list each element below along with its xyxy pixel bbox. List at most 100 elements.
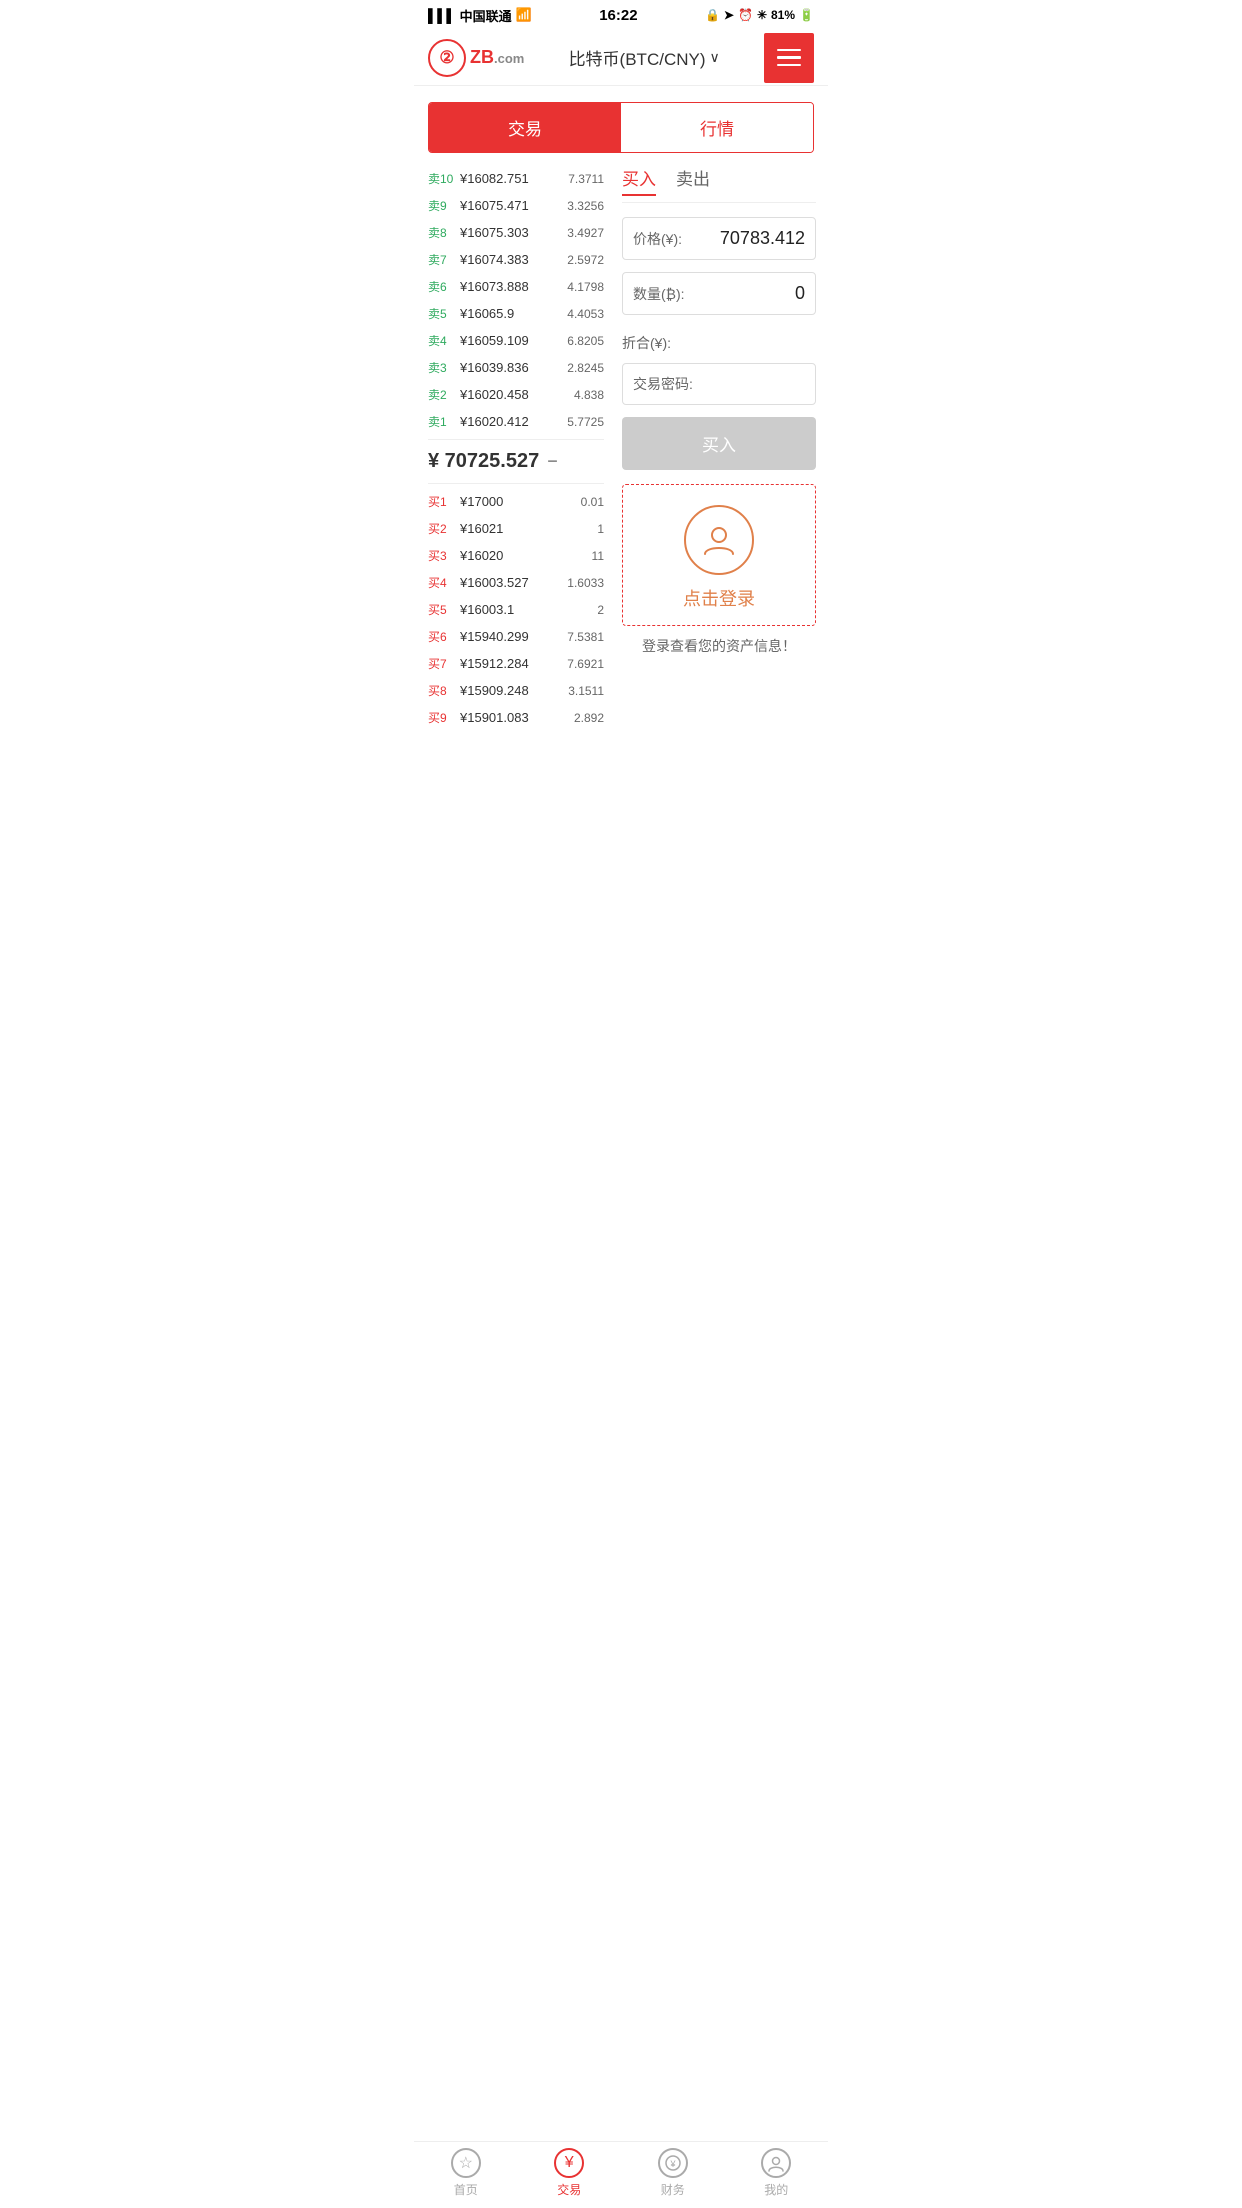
sell-label-2: 卖2: [428, 386, 456, 403]
buy-price-6: ¥15940.299: [456, 629, 567, 644]
buy-amount-5: 2: [597, 603, 604, 617]
sell-order-row-1: 卖1 ¥16020.412 5.7725: [428, 408, 604, 435]
header-title[interactable]: 比特币(BTC/CNY) ∨: [569, 45, 720, 70]
quantity-input-group[interactable]: 数量(₿): 0: [622, 272, 816, 315]
carrier: 中国联通: [460, 6, 512, 25]
order-book: 卖10 ¥16082.751 7.3711 卖9 ¥16075.471 3.32…: [414, 165, 614, 731]
buy-order-row-5: 买5 ¥16003.1 2: [428, 596, 604, 623]
sell-price-8: ¥16075.303: [456, 225, 567, 240]
buy-order-row-3: 买3 ¥16020 11: [428, 542, 604, 569]
buy-price-7: ¥15912.284: [456, 656, 567, 671]
lock-icon: 🔒: [705, 8, 720, 22]
fold-label: 折合(¥):: [622, 327, 816, 363]
sell-price-3: ¥16039.836: [456, 360, 567, 375]
signal-icon: ▌▌▌: [428, 8, 456, 23]
sell-amount-6: 4.1798: [567, 280, 604, 294]
password-input-group[interactable]: 交易密码:: [622, 363, 816, 405]
password-label: 交易密码:: [633, 376, 693, 392]
nav-item-mine[interactable]: 我的: [725, 2148, 829, 2198]
tab-sell[interactable]: 卖出: [676, 165, 710, 196]
nav-label-home: 首页: [454, 2181, 478, 2198]
sell-price-9: ¥16075.471: [456, 198, 567, 213]
buy-price-5: ¥16003.1: [456, 602, 597, 617]
tab-market[interactable]: 行情: [621, 103, 813, 152]
buy-label-9: 买9: [428, 709, 456, 726]
buy-orders: 买1 ¥17000 0.01 买2 ¥16021 1 买3 ¥16020 11 …: [428, 488, 604, 731]
status-left: ▌▌▌ 中国联通 📶: [428, 6, 532, 25]
buy-label-3: 买3: [428, 547, 456, 564]
svg-text:¥: ¥: [669, 2159, 676, 2169]
buy-order-row-7: 买7 ¥15912.284 7.6921: [428, 650, 604, 677]
wifi-icon: 📶: [516, 7, 532, 23]
sell-amount-1: 5.7725: [567, 415, 604, 429]
status-time: 16:22: [599, 7, 637, 24]
buy-amount-2: 1: [597, 522, 604, 536]
sell-amount-9: 3.3256: [567, 199, 604, 213]
buy-label-4: 买4: [428, 574, 456, 591]
sell-order-row-8: 卖8 ¥16075.303 3.4927: [428, 219, 604, 246]
login-text[interactable]: 点击登录: [683, 585, 755, 611]
logo-text: ZB.com: [470, 47, 524, 68]
battery-icon: 🔋: [799, 8, 814, 22]
buy-amount-8: 3.1511: [568, 684, 604, 698]
app-header: ② ZB.com 比特币(BTC/CNY) ∨: [414, 30, 828, 86]
buy-price-3: ¥16020: [456, 548, 592, 563]
mine-icon: [761, 2148, 791, 2178]
sell-label-7: 卖7: [428, 251, 456, 268]
nav-label-trade: 交易: [557, 2181, 581, 2198]
sell-amount-2: 4.838: [574, 388, 604, 402]
buy-amount-6: 7.5381: [567, 630, 604, 644]
logo: ② ZB.com: [428, 39, 524, 77]
trade-tabs: 买入 卖出: [622, 165, 816, 203]
price-label: 价格(¥):: [633, 229, 682, 249]
sell-orders: 卖10 ¥16082.751 7.3711 卖9 ¥16075.471 3.32…: [428, 165, 604, 435]
sell-price-5: ¥16065.9: [456, 306, 567, 321]
sell-label-1: 卖1: [428, 413, 456, 430]
chevron-down-icon: ∨: [710, 49, 720, 66]
nav-item-home[interactable]: ☆ 首页: [414, 2148, 518, 2198]
sell-label-5: 卖5: [428, 305, 456, 322]
buy-amount-1: 0.01: [581, 495, 604, 509]
sell-order-row-10: 卖10 ¥16082.751 7.3711: [428, 165, 604, 192]
buy-order-row-9: 买9 ¥15901.083 2.892: [428, 704, 604, 731]
tab-buy[interactable]: 买入: [622, 165, 656, 196]
sell-price-6: ¥16073.888: [456, 279, 567, 294]
sell-order-row-3: 卖3 ¥16039.836 2.8245: [428, 354, 604, 381]
sell-label-3: 卖3: [428, 359, 456, 376]
buy-price-8: ¥15909.248: [456, 683, 568, 698]
buy-amount-4: 1.6033: [567, 576, 604, 590]
buy-amount-7: 7.6921: [567, 657, 604, 671]
current-price: ¥ 70725.527: [428, 450, 539, 473]
sell-order-row-6: 卖6 ¥16073.888 4.1798: [428, 273, 604, 300]
sell-amount-3: 2.8245: [567, 361, 604, 375]
battery-pct: 81%: [771, 8, 795, 22]
nav-item-finance[interactable]: ¥ 财务: [621, 2148, 725, 2198]
buy-label-2: 买2: [428, 520, 456, 537]
menu-line-2: [777, 56, 801, 59]
trading-pair-title: 比特币(BTC/CNY): [569, 45, 706, 70]
buy-price-1: ¥17000: [456, 494, 581, 509]
buy-price-4: ¥16003.527: [456, 575, 567, 590]
finance-icon: ¥: [658, 2148, 688, 2178]
menu-button[interactable]: [764, 33, 814, 83]
buy-order-row-6: 买6 ¥15940.299 7.5381: [428, 623, 604, 650]
sell-order-row-7: 卖7 ¥16074.383 2.5972: [428, 246, 604, 273]
tab-trading[interactable]: 交易: [429, 103, 621, 152]
buy-button[interactable]: 买入: [622, 417, 816, 470]
sell-amount-5: 4.4053: [567, 307, 604, 321]
trade-panel: 买入 卖出 价格(¥): 70783.412 数量(₿): 0 折合(¥): 交…: [614, 165, 828, 731]
current-price-row: ¥ 70725.527 −: [428, 439, 604, 484]
buy-price-9: ¥15901.083: [456, 710, 574, 725]
sell-price-10: ¥16082.751: [456, 171, 568, 186]
sell-order-row-2: 卖2 ¥16020.458 4.838: [428, 381, 604, 408]
logo-icon: ②: [428, 39, 466, 77]
asset-info-text: 登录查看您的资产信息！: [622, 626, 816, 666]
buy-amount-3: 11: [592, 549, 604, 563]
price-input-group[interactable]: 价格(¥): 70783.412: [622, 217, 816, 260]
login-prompt-box[interactable]: 点击登录: [622, 484, 816, 626]
nav-item-trade[interactable]: ¥ 交易: [518, 2148, 622, 2198]
bottom-navigation: ☆ 首页 ¥ 交易 ¥ 财务 我的: [414, 2141, 828, 2208]
sell-price-2: ¥16020.458: [456, 387, 574, 402]
bluetooth-icon: ✳: [757, 8, 767, 22]
buy-order-row-2: 买2 ¥16021 1: [428, 515, 604, 542]
